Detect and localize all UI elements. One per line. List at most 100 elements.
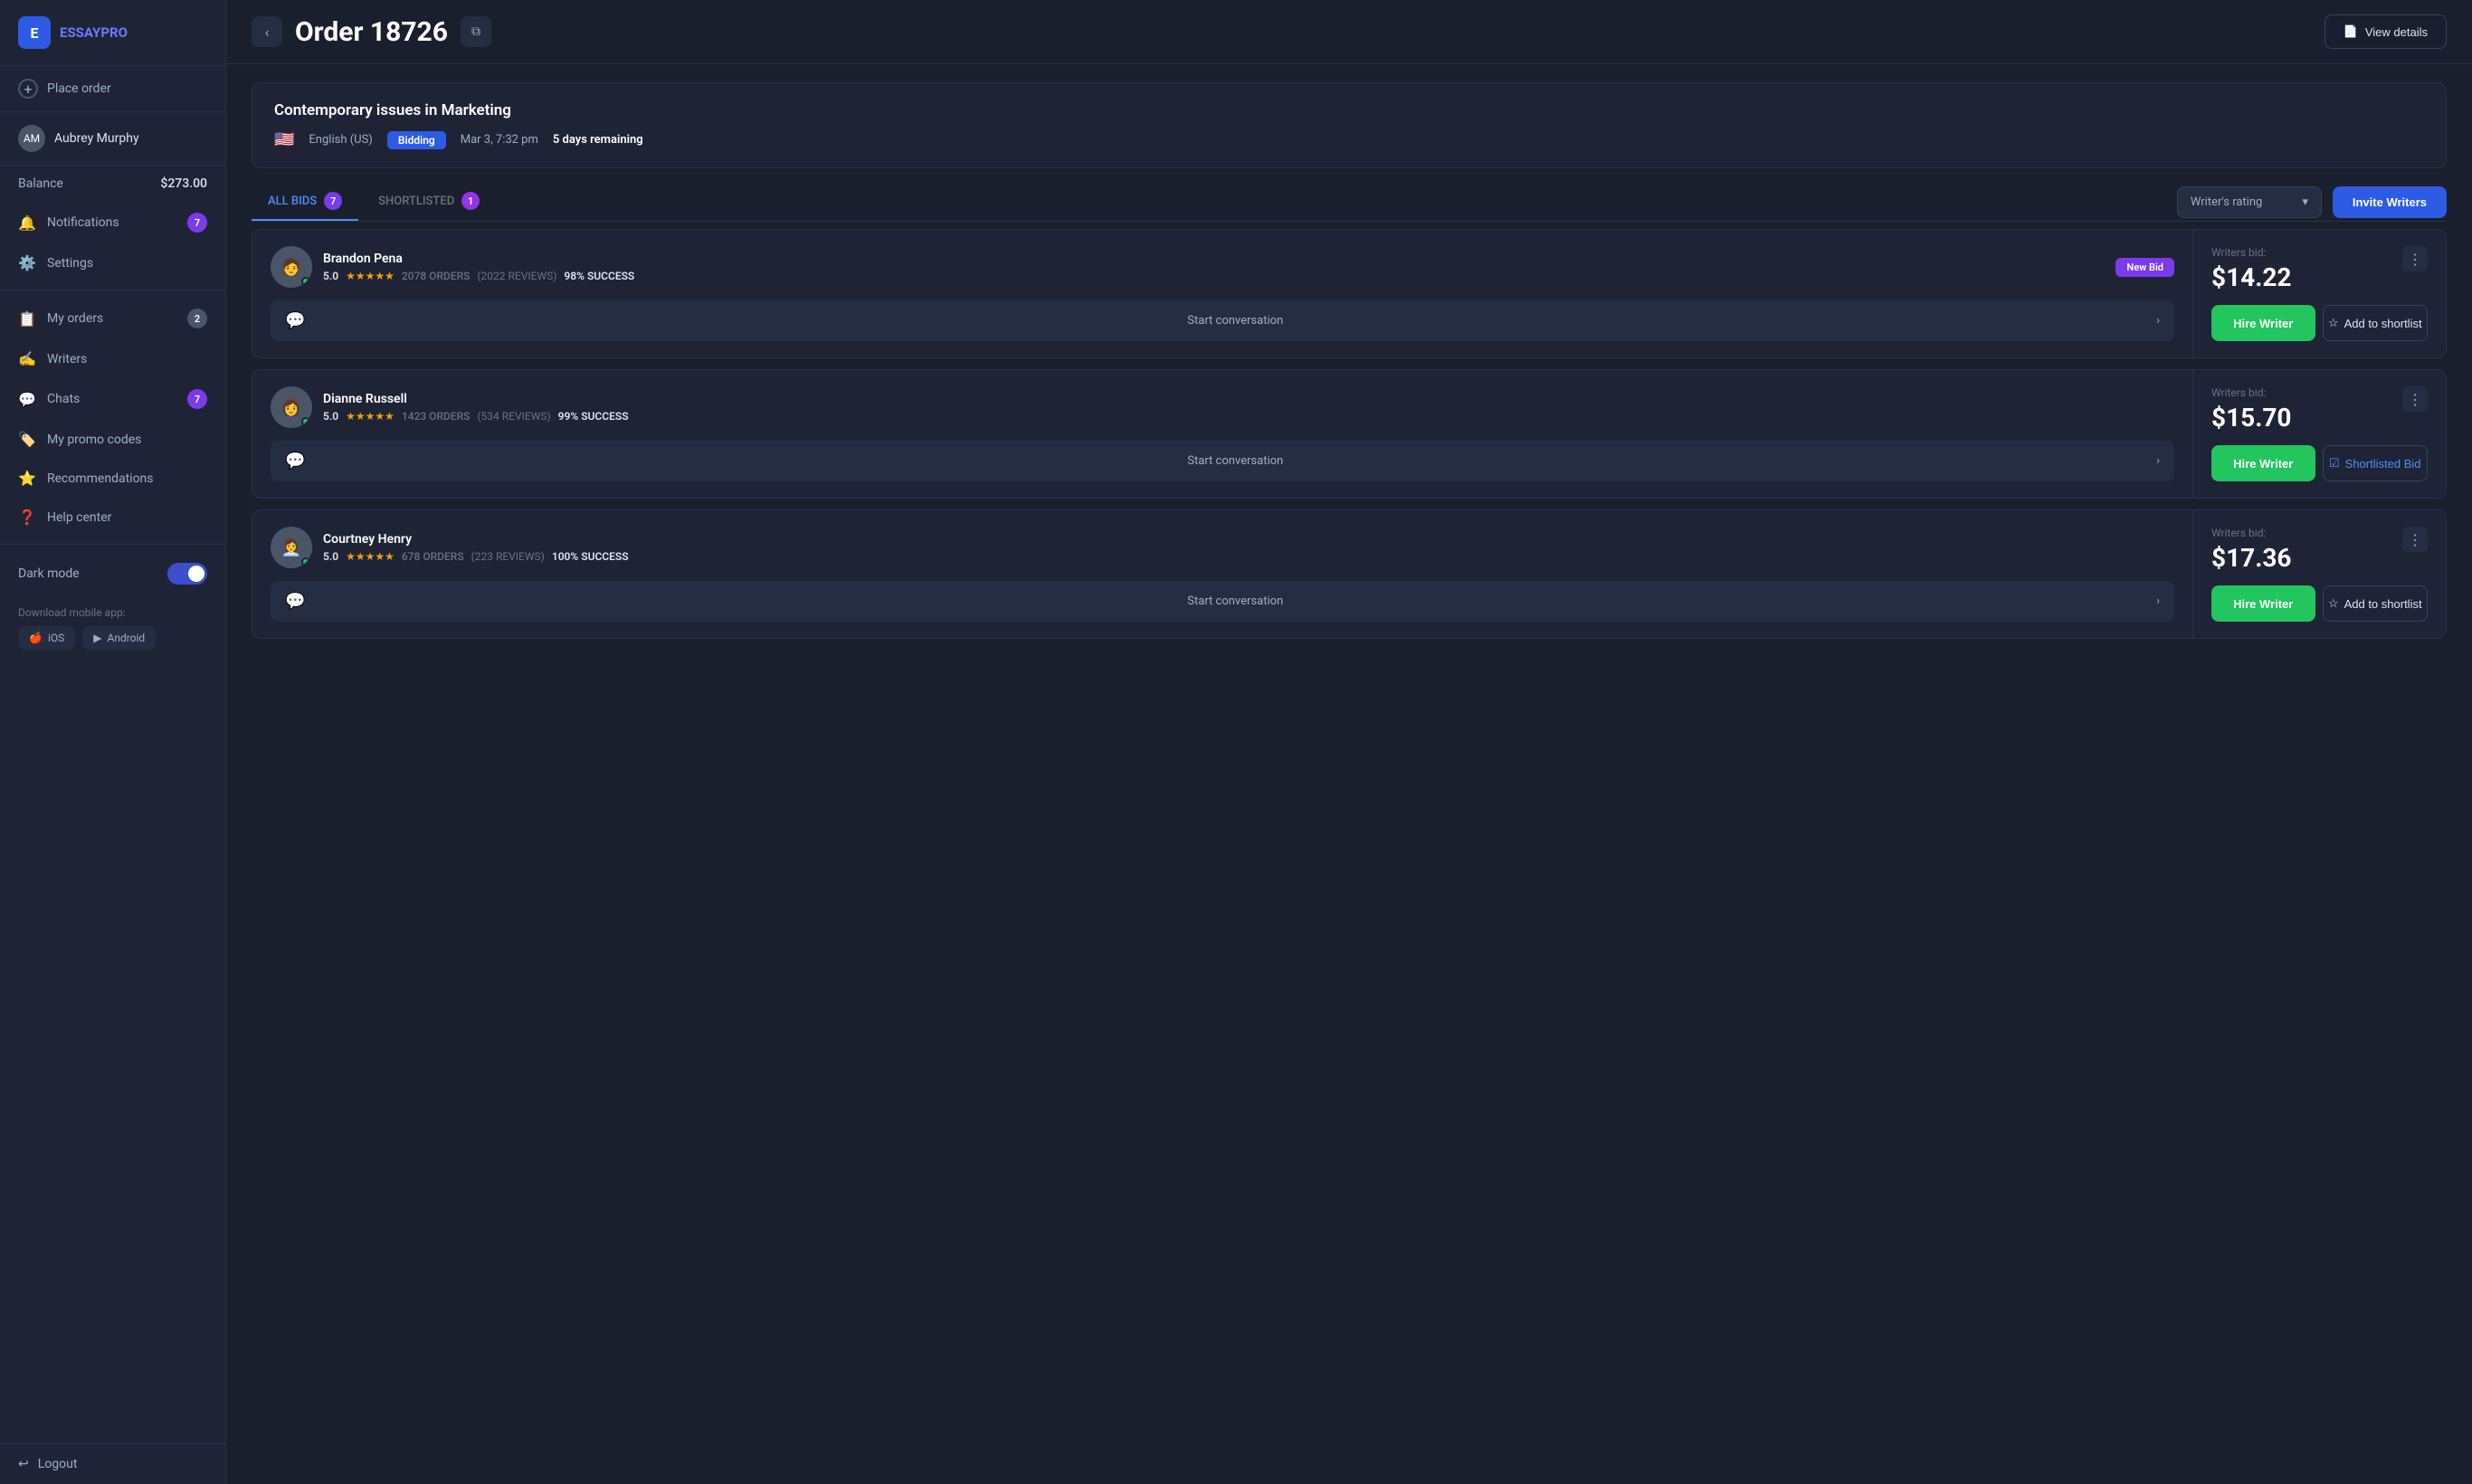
shortlist-icon: ☆ bbox=[2328, 316, 2339, 330]
sidebar-item-promo-codes[interactable]: 🏷️ My promo codes bbox=[0, 420, 225, 459]
orders-count: 678 ORDERS bbox=[402, 550, 464, 563]
recommendations-icon: ⭐ bbox=[18, 470, 36, 487]
bid-action-panel: Writers bid: $17.36 ⋮ Hire Writer ☆ Add … bbox=[2192, 510, 2446, 638]
bid-price: $17.36 bbox=[2211, 543, 2291, 573]
bell-icon: 🔔 bbox=[18, 214, 36, 232]
more-options-button[interactable]: ⋮ bbox=[2402, 386, 2428, 412]
dark-mode-toggle-row: Dark mode bbox=[0, 552, 225, 595]
dark-mode-toggle[interactable] bbox=[167, 563, 207, 585]
sidebar-item-notifications[interactable]: 🔔 Notifications 7 bbox=[0, 202, 225, 243]
add-to-shortlist-button[interactable]: ☆ Add to shortlist bbox=[2323, 305, 2429, 341]
writers-bid-label: Writers bid: bbox=[2211, 246, 2291, 259]
action-buttons: Hire Writer ☆ Add to shortlist bbox=[2211, 305, 2428, 341]
bid-main: 🧑 Brandon Pena 5.0 ★★★★★ 2078 ORDERS (20… bbox=[252, 230, 2192, 357]
start-conversation-button[interactable]: 💬 Start conversation › bbox=[271, 581, 2174, 622]
sidebar-item-help[interactable]: ❓ Help center bbox=[0, 498, 225, 537]
app-buttons: 🍎 iOS ▶ Android bbox=[18, 626, 207, 650]
sidebar-item-settings[interactable]: ⚙️ Settings bbox=[0, 243, 225, 282]
balance-label: Balance bbox=[18, 176, 63, 191]
order-title: Order 18726 bbox=[295, 16, 448, 48]
chevron-down-icon: ▾ bbox=[2302, 195, 2308, 209]
chat-icon: 💬 bbox=[285, 311, 305, 330]
chevron-right-icon: › bbox=[2156, 454, 2160, 468]
sidebar: E ESSAYPRO + Place order AM Aubrey Murph… bbox=[0, 0, 226, 1484]
notifications-badge: 7 bbox=[187, 213, 207, 233]
android-button[interactable]: ▶ Android bbox=[82, 626, 156, 650]
help-icon: ❓ bbox=[18, 509, 36, 526]
sidebar-item-chats[interactable]: 💬 Chats 7 bbox=[0, 378, 225, 420]
shortlist-label: Add to shortlist bbox=[2344, 317, 2422, 330]
download-label: Download mobile app: bbox=[18, 606, 126, 619]
back-button[interactable]: ‹ bbox=[252, 16, 282, 47]
place-order-button[interactable]: + Place order bbox=[0, 66, 225, 112]
hire-writer-button[interactable]: Hire Writer bbox=[2211, 305, 2315, 341]
notifications-label: Notifications bbox=[47, 215, 176, 230]
balance-value: $273.00 bbox=[160, 176, 207, 191]
view-details-button[interactable]: 📄 View details bbox=[2325, 14, 2447, 49]
action-buttons: Hire Writer ☆ Add to shortlist bbox=[2211, 585, 2428, 622]
writer-avatar: 👩 bbox=[271, 386, 312, 428]
success-rate: 100% SUCCESS bbox=[552, 550, 629, 563]
shortlist-icon: ☆ bbox=[2328, 596, 2339, 611]
logout-button[interactable]: ↩ Logout bbox=[0, 1443, 225, 1484]
shortlisted-bid-button[interactable]: ☑ Shortlisted Bid bbox=[2323, 445, 2429, 481]
writer-details: Courtney Henry 5.0 ★★★★★ 678 ORDERS (223… bbox=[323, 532, 2174, 563]
add-to-shortlist-button[interactable]: ☆ Add to shortlist bbox=[2323, 585, 2429, 622]
bid-price: $14.22 bbox=[2211, 262, 2291, 292]
sidebar-item-my-orders[interactable]: 📋 My orders 2 bbox=[0, 298, 225, 339]
copy-button[interactable]: ⧉ bbox=[461, 16, 491, 47]
success-rate: 99% SUCCESS bbox=[558, 410, 629, 423]
start-conversation-button[interactable]: 💬 Start conversation › bbox=[271, 300, 2174, 341]
tab-shortlisted[interactable]: SHORTLISTED 1 bbox=[362, 183, 496, 221]
chat-icon: 💬 bbox=[285, 592, 305, 611]
shortlisted-label: SHORTLISTED bbox=[378, 195, 454, 208]
settings-label: Settings bbox=[47, 256, 207, 271]
shortlist-label: Add to shortlist bbox=[2344, 597, 2422, 611]
hire-writer-button[interactable]: Hire Writer bbox=[2211, 445, 2315, 481]
bid-info-row: 👩 Dianne Russell 5.0 ★★★★★ 1423 ORDERS (… bbox=[271, 386, 2174, 428]
main-content: ‹ Order 18726 ⧉ 📄 View details Contempor… bbox=[226, 0, 2472, 1484]
writer-stats: 5.0 ★★★★★ 678 ORDERS (223 REVIEWS) 100% … bbox=[323, 550, 2174, 563]
bid-price-section: Writers bid: $14.22 bbox=[2211, 246, 2291, 292]
sidebar-item-recommendations[interactable]: ⭐ Recommendations bbox=[0, 459, 225, 498]
sidebar-item-writers[interactable]: ✍️ Writers bbox=[0, 339, 225, 378]
order-subject: Contemporary issues in Marketing bbox=[274, 101, 2424, 119]
file-icon: 📄 bbox=[2344, 24, 2358, 39]
more-options-button[interactable]: ⋮ bbox=[2402, 246, 2428, 271]
view-details-label: View details bbox=[2365, 25, 2428, 39]
reviews-count: (534 REVIEWS) bbox=[477, 410, 550, 423]
sort-dropdown[interactable]: Writer's rating ▾ bbox=[2177, 186, 2322, 218]
tabs-right: Writer's rating ▾ Invite Writers bbox=[2177, 186, 2447, 218]
bid-info-row: 👩‍💼 Courtney Henry 5.0 ★★★★★ 678 ORDERS … bbox=[271, 527, 2174, 568]
shortlisted-label: Shortlisted Bid bbox=[2345, 457, 2421, 471]
writer-name: Brandon Pena bbox=[323, 252, 2105, 266]
android-icon: ▶ bbox=[93, 632, 101, 644]
writer-stats: 5.0 ★★★★★ 2078 ORDERS (2022 REVIEWS) 98%… bbox=[323, 270, 2105, 282]
chevron-right-icon: › bbox=[2156, 595, 2160, 608]
hire-writer-button[interactable]: Hire Writer bbox=[2211, 585, 2315, 622]
balance-row: Balance $273.00 bbox=[0, 166, 225, 202]
order-meta: 🇺🇸 English (US) Bidding Mar 3, 7:32 pm 5… bbox=[274, 130, 2424, 149]
bid-info-row: 🧑 Brandon Pena 5.0 ★★★★★ 2078 ORDERS (20… bbox=[271, 246, 2174, 288]
tab-all-bids[interactable]: ALL BIDS 7 bbox=[252, 183, 358, 221]
avatar-emoji: 👩 bbox=[281, 398, 301, 417]
bid-price-section: Writers bid: $17.36 bbox=[2211, 527, 2291, 573]
avatar-initials: AM bbox=[24, 132, 40, 145]
avatar: AM bbox=[18, 125, 45, 152]
plus-icon: + bbox=[18, 79, 38, 99]
writers-bid-label: Writers bid: bbox=[2211, 386, 2291, 399]
success-rate: 98% SUCCESS bbox=[564, 270, 634, 282]
invite-writers-button[interactable]: Invite Writers bbox=[2333, 186, 2447, 218]
bid-price-section: Writers bid: $15.70 bbox=[2211, 386, 2291, 433]
more-options-button[interactable]: ⋮ bbox=[2402, 527, 2428, 552]
user-profile: AM Aubrey Murphy bbox=[0, 112, 225, 166]
logout-icon: ↩ bbox=[18, 1457, 29, 1471]
logout-label: Logout bbox=[38, 1457, 78, 1471]
dark-mode-label: Dark mode bbox=[18, 566, 80, 581]
order-remaining: 5 days remaining bbox=[553, 133, 643, 147]
orders-count: 1423 ORDERS bbox=[402, 410, 471, 423]
bid-card: 👩 Dianne Russell 5.0 ★★★★★ 1423 ORDERS (… bbox=[252, 369, 2447, 499]
logo: E ESSAYPRO bbox=[0, 0, 225, 66]
ios-button[interactable]: 🍎 iOS bbox=[18, 626, 75, 650]
start-conversation-button[interactable]: 💬 Start conversation › bbox=[271, 441, 2174, 481]
